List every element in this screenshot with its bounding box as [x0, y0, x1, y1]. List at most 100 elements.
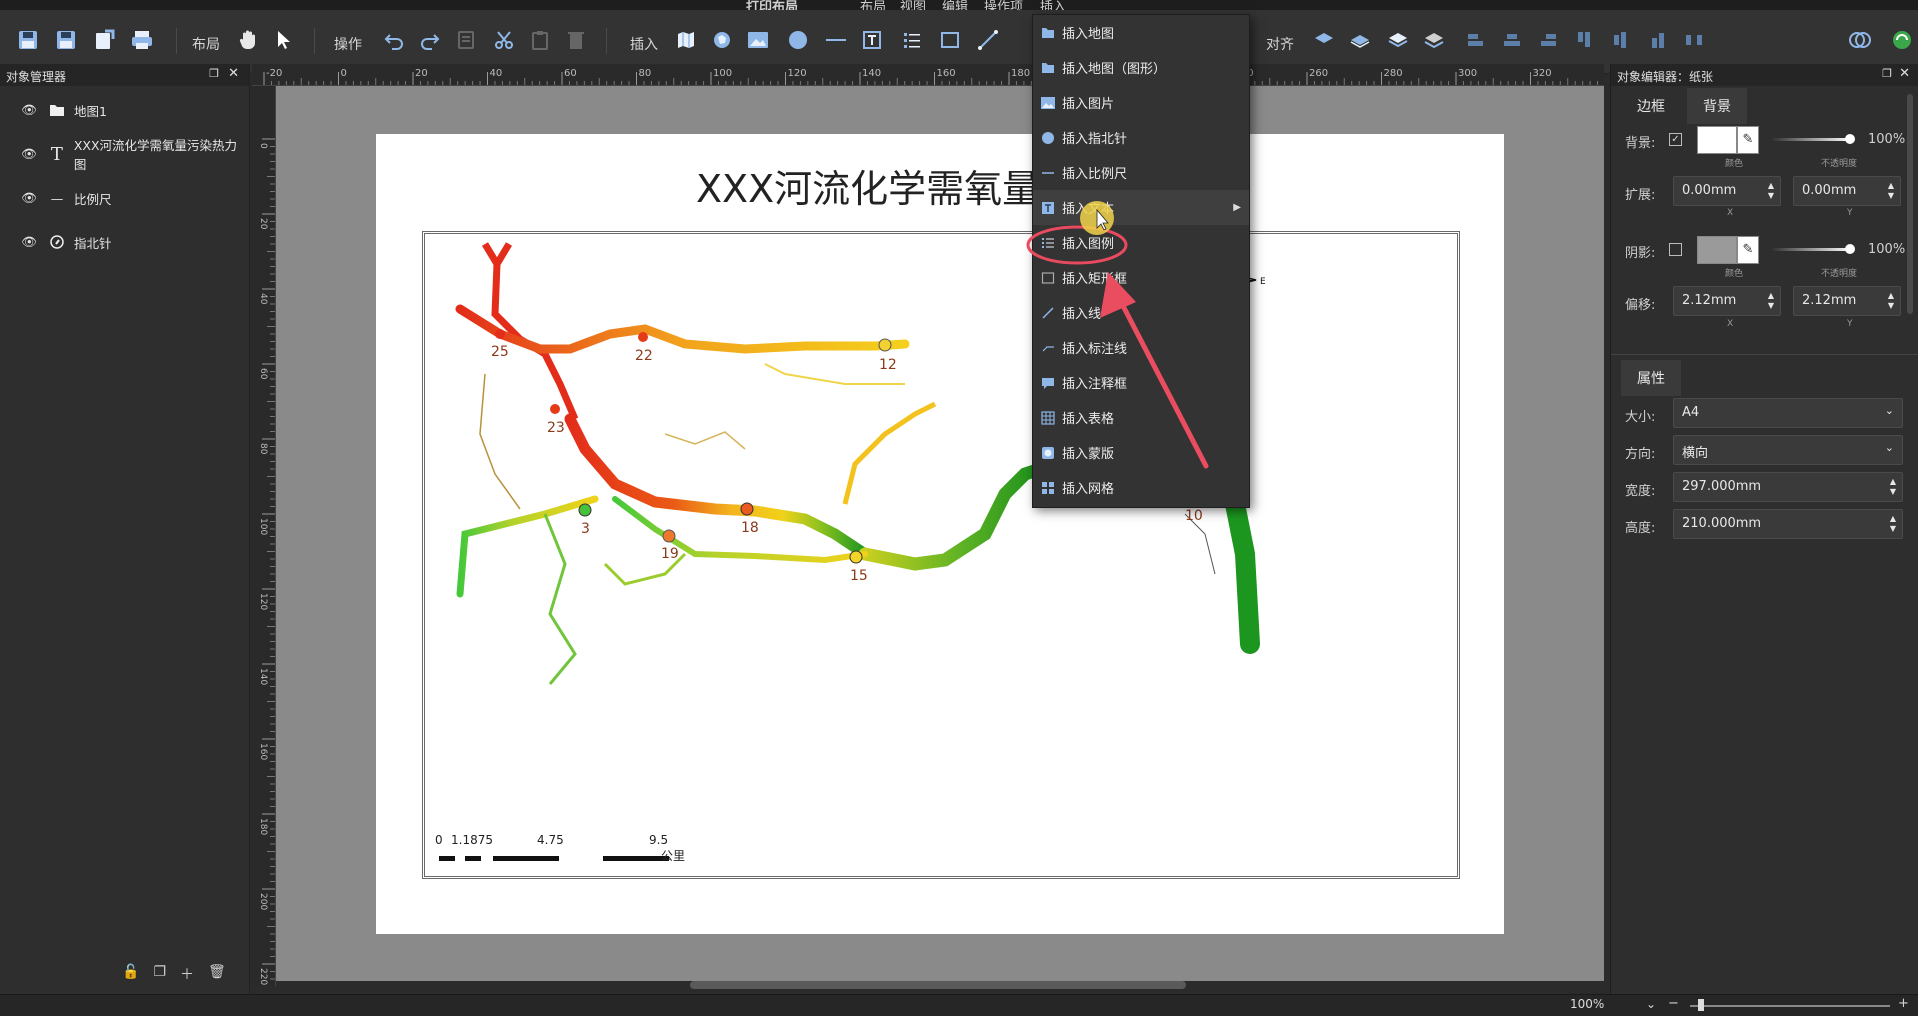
- lock-icon[interactable]: 🔓: [122, 964, 139, 984]
- distribute-icon[interactable]: [1680, 26, 1708, 54]
- opacity-slider-handle[interactable]: [1845, 134, 1855, 144]
- width-input[interactable]: 297.000mm ▲ ▼: [1673, 472, 1903, 502]
- tab-background[interactable]: 背景: [1687, 88, 1747, 124]
- insert-line-icon[interactable]: [974, 26, 1002, 54]
- eye-icon[interactable]: 👁: [18, 234, 40, 250]
- background-color-swatch[interactable]: [1697, 126, 1737, 154]
- theme-icon[interactable]: [1846, 26, 1874, 54]
- zoom-slider[interactable]: [1690, 1005, 1890, 1007]
- insert-image-icon[interactable]: [744, 26, 772, 54]
- paper-page[interactable]: XXX河流化学需氧量污 25 22 12 23 3 19 18 15 10 E …: [376, 134, 1504, 934]
- menu-item-insert-north-arrow[interactable]: 插入指北针: [1033, 120, 1249, 155]
- menu-item-insert-image[interactable]: 插入图片: [1033, 85, 1249, 120]
- redo-icon[interactable]: [416, 26, 444, 54]
- duplicate-icon[interactable]: ❐: [153, 964, 166, 984]
- layout-canvas[interactable]: XXX河流化学需氧量污 25 22 12 23 3 19 18 15 10 E …: [276, 86, 1604, 981]
- spinner-icon[interactable]: ▲ ▼: [1888, 181, 1894, 201]
- send-backward-icon[interactable]: [1384, 26, 1412, 54]
- copy-icon[interactable]: [452, 26, 480, 54]
- bring-front-icon[interactable]: [1310, 26, 1338, 54]
- pan-hand-icon[interactable]: [234, 26, 262, 54]
- menu-item-insert-line[interactable]: 插入线: [1033, 295, 1249, 330]
- chevron-down-icon[interactable]: ⌄: [1885, 441, 1894, 454]
- layer-item-north-arrow[interactable]: 👁 指北针: [18, 231, 111, 253]
- chevron-down-icon[interactable]: ⌄: [1885, 404, 1894, 417]
- spinner-icon[interactable]: ▲ ▼: [1890, 514, 1896, 534]
- print-icon[interactable]: [128, 26, 156, 54]
- insert-legend-icon[interactable]: [898, 26, 926, 54]
- menu-item-insert-rectangle[interactable]: 插入矩形框: [1033, 260, 1249, 295]
- cut-icon[interactable]: [490, 26, 518, 54]
- offset-x-input[interactable]: 2.12mm ▲ ▼: [1673, 286, 1781, 316]
- menu-item-insert-text[interactable]: 插入文本 ▶: [1033, 190, 1249, 225]
- undo-icon[interactable]: [380, 26, 408, 54]
- delete-icon[interactable]: [562, 26, 590, 54]
- close-icon[interactable]: ✕: [228, 66, 239, 81]
- shadow-slider-handle[interactable]: [1845, 244, 1855, 254]
- trash-icon[interactable]: 🗑: [208, 964, 226, 984]
- map-frame[interactable]: 25 22 12 23 3 19 18 15 10 E 0 1.1875 4.7…: [422, 231, 1460, 879]
- horizontal-scrollbar[interactable]: [690, 981, 1186, 989]
- layer-item-scalebar[interactable]: 👁 — 比例尺: [18, 187, 111, 209]
- select-arrow-icon[interactable]: [270, 26, 298, 54]
- align-bottom-icon[interactable]: [1644, 26, 1672, 54]
- layer-item-title-text[interactable]: 👁 T XXX河流化学需氧量污染热力图: [18, 138, 249, 172]
- insert-text-icon[interactable]: [858, 26, 886, 54]
- map-title[interactable]: XXX河流化学需氧量污: [696, 158, 1078, 213]
- spinner-icon[interactable]: ▲ ▼: [1768, 181, 1774, 201]
- menu-item-insert-map[interactable]: 插入地图: [1033, 15, 1249, 50]
- align-center-icon[interactable]: [1498, 26, 1526, 54]
- insert-map-shape-icon[interactable]: [708, 26, 736, 54]
- eyedropper-icon[interactable]: ✎: [1737, 126, 1759, 154]
- add-icon[interactable]: ＋: [180, 964, 194, 984]
- menu-item-insert-map-shape[interactable]: 插入地图（图形）: [1033, 50, 1249, 85]
- menu-item-insert-callout-line[interactable]: 插入标注线: [1033, 330, 1249, 365]
- extend-x-input[interactable]: 0.00mm ▲ ▼: [1673, 176, 1781, 206]
- align-middle-icon[interactable]: [1606, 26, 1634, 54]
- extend-y-input[interactable]: 0.00mm ▲ ▼: [1793, 176, 1901, 206]
- insert-scale-bar-icon[interactable]: [822, 26, 850, 54]
- eyedropper-icon[interactable]: ✎: [1737, 236, 1759, 264]
- spinner-icon[interactable]: ▲ ▼: [1768, 291, 1774, 311]
- menu-item-insert-comment-box[interactable]: 插入注释框: [1033, 365, 1249, 400]
- align-top-icon[interactable]: [1570, 26, 1598, 54]
- bring-forward-icon[interactable]: [1346, 26, 1374, 54]
- float-icon[interactable]: ❐: [209, 67, 219, 80]
- menu-item-insert-scale-bar[interactable]: 插入比例尺: [1033, 155, 1249, 190]
- shadow-checkbox[interactable]: [1669, 243, 1682, 256]
- menu-item-insert-legend[interactable]: 插入图例: [1033, 225, 1249, 260]
- zoom-select[interactable]: 100% ⌄: [1570, 997, 1660, 1015]
- zoom-slider-handle[interactable]: [1698, 999, 1704, 1011]
- paste-icon[interactable]: [526, 26, 554, 54]
- zoom-in-icon[interactable]: +: [1898, 996, 1909, 1011]
- align-right-icon[interactable]: [1534, 26, 1562, 54]
- save-as-icon[interactable]: [52, 26, 80, 54]
- panel-scrollbar[interactable]: [1907, 94, 1913, 314]
- insert-rectangle-icon[interactable]: [936, 26, 964, 54]
- menu-item-insert-mask[interactable]: 插入蒙版: [1033, 435, 1249, 470]
- insert-north-arrow-icon[interactable]: [784, 26, 812, 54]
- insert-map-icon[interactable]: [672, 26, 700, 54]
- spinner-icon[interactable]: ▲ ▼: [1890, 477, 1896, 497]
- shadow-opacity-slider[interactable]: [1771, 248, 1851, 251]
- align-left-icon[interactable]: [1462, 26, 1490, 54]
- save-icon[interactable]: [14, 26, 42, 54]
- layer-item-map[interactable]: 👁 地图1: [18, 99, 107, 121]
- menu-item-insert-grid[interactable]: 插入网格: [1033, 470, 1249, 505]
- paper-size-select[interactable]: A4 ⌄: [1673, 398, 1903, 428]
- offset-y-input[interactable]: 2.12mm ▲ ▼: [1793, 286, 1901, 316]
- sync-status-icon[interactable]: [1888, 26, 1916, 54]
- height-input[interactable]: 210.000mm ▲ ▼: [1673, 509, 1903, 539]
- eye-icon[interactable]: 👁: [18, 146, 40, 162]
- shadow-color-swatch[interactable]: [1697, 236, 1737, 264]
- tab-border[interactable]: 边框: [1621, 88, 1681, 124]
- chevron-down-icon[interactable]: ⌄: [1646, 997, 1656, 1011]
- zoom-out-icon[interactable]: −: [1668, 996, 1679, 1011]
- eye-icon[interactable]: 👁: [18, 102, 40, 118]
- spinner-icon[interactable]: ▲ ▼: [1888, 291, 1894, 311]
- orientation-select[interactable]: 横向 ⌄: [1673, 435, 1903, 465]
- float-icon[interactable]: ❐: [1882, 67, 1892, 80]
- background-checkbox[interactable]: ✓: [1669, 133, 1682, 146]
- eye-icon[interactable]: 👁: [18, 190, 40, 206]
- opacity-slider[interactable]: [1771, 138, 1851, 141]
